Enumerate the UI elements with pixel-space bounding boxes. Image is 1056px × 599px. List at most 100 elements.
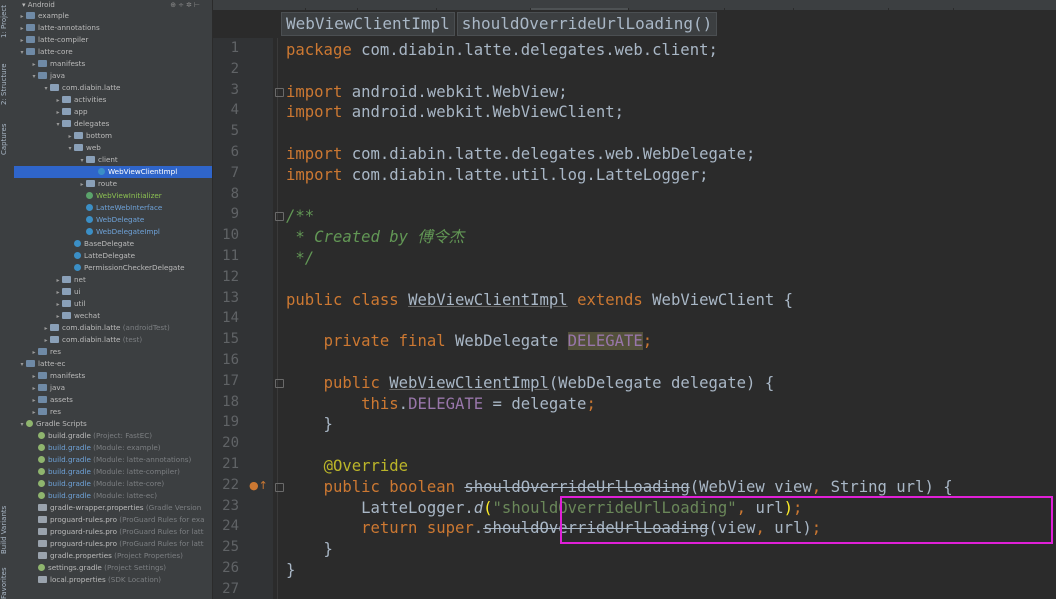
tree-item[interactable]: proguard-rules.pro (ProGuard Rules for l… [14, 538, 212, 550]
tree-item[interactable]: build.gradle (Module: latte-ec) [14, 490, 212, 502]
code-line[interactable]: */ [286, 248, 314, 269]
tree-item[interactable]: ▸ example [14, 10, 212, 22]
gradle-icon [38, 564, 45, 571]
code-line[interactable]: import com.diabin.latte.delegates.web.We… [286, 144, 755, 165]
tree-item[interactable]: ▸ util [14, 298, 212, 310]
tree-item[interactable]: local.properties (SDK Location) [14, 574, 212, 586]
tree-item[interactable]: PermissionCheckerDelegate [14, 262, 212, 274]
project-tool-tab[interactable]: 1: Project [0, 2, 14, 42]
tree-item[interactable]: WebDelegateImpl [14, 226, 212, 238]
tree-item[interactable]: ▾ delegates [14, 118, 212, 130]
project-view-selector[interactable]: ▾ Android [22, 0, 55, 10]
structure-tool-tab[interactable]: 2: Structure [0, 60, 14, 108]
tree-item[interactable]: ▾ web [14, 142, 212, 154]
tree-item[interactable]: ▸ manifests [14, 370, 212, 382]
code-line[interactable]: import com.diabin.latte.util.log.LatteLo… [286, 165, 708, 186]
fold-marker-icon[interactable] [275, 212, 284, 222]
sync-icon[interactable]: ⊕ [170, 1, 178, 9]
tree-item[interactable]: ▸ wechat [14, 310, 212, 322]
tree-item[interactable]: build.gradle (Project: FastEC) [14, 430, 212, 442]
fold-marker-icon[interactable] [275, 482, 284, 492]
tree-item[interactable]: build.gradle (Module: latte-core) [14, 478, 212, 490]
tree-item[interactable]: proguard-rules.pro (ProGuard Rules for l… [14, 526, 212, 538]
tree-item[interactable]: LatteWebInterface [14, 202, 212, 214]
code-line[interactable]: public WebViewClientImpl(WebDelegate del… [286, 373, 775, 394]
code-line[interactable]: public boolean shouldOverrideUrlLoading(… [286, 477, 953, 498]
tree-item[interactable]: ▾ latte-ec [14, 358, 212, 370]
project-panel-actions[interactable]: ⊕÷✲⊢ [170, 0, 202, 10]
tree-item[interactable]: ▾ client [14, 154, 212, 166]
editor-tab-label: WebViewClientImpl.java [544, 9, 622, 10]
editor-tab[interactable]: latte-compiler [889, 8, 955, 10]
tree-item[interactable]: ▾ latte-core [14, 46, 212, 58]
tree-item[interactable]: WebViewInitializer [14, 190, 212, 202]
captures-tool-tab[interactable]: Captures [0, 120, 14, 158]
code-line[interactable]: } [286, 539, 333, 560]
editor-tab[interactable]: LatteWebInterface.java [629, 8, 725, 10]
tree-item[interactable]: ▸ assets [14, 394, 212, 406]
override-marker-icon[interactable]: ●↑ [249, 479, 268, 492]
tree-item[interactable]: ▸ activities [14, 94, 212, 106]
code-line[interactable]: import android.webkit.WebView; [286, 82, 568, 103]
breadcrumb-method[interactable]: shouldOverrideUrlLoading() [456, 12, 718, 36]
tree-item[interactable]: ▸ bottom [14, 130, 212, 142]
tree-item[interactable]: ▸ route [14, 178, 212, 190]
tree-item[interactable]: proguard-rules.pro (ProGuard Rules for e… [14, 514, 212, 526]
tree-item[interactable]: ▸ net [14, 274, 212, 286]
code-line[interactable]: import android.webkit.WebViewClient; [286, 102, 624, 123]
code-line[interactable]: this.DELEGATE = delegate; [286, 394, 596, 415]
code-line[interactable]: private final WebDelegate DELEGATE; [286, 331, 652, 352]
tree-item[interactable]: ▸ ui [14, 286, 212, 298]
tree-item[interactable]: ▸ manifests [14, 58, 212, 70]
tree-item[interactable]: ▾ com.diabin.latte [14, 82, 212, 94]
tree-item[interactable]: WebViewClientImpl [14, 166, 212, 178]
tree-item[interactable]: ▸ com.diabin.latte (test) [14, 334, 212, 346]
tree-item[interactable]: ▾ Gradle Scripts [14, 418, 212, 430]
gear-icon[interactable]: ✲ [186, 1, 194, 9]
code-line[interactable]: package com.diabin.latte.delegates.web.c… [286, 40, 718, 61]
editor-tab[interactable]: RouteKeys.java [725, 8, 795, 10]
code-token: WebViewClientImpl [389, 373, 549, 392]
tree-item[interactable]: settings.gradle (Project Settings) [14, 562, 212, 574]
tree-item-label: build.gradle [48, 443, 91, 452]
code-line[interactable]: } [286, 560, 295, 581]
code-line[interactable]: } [286, 414, 333, 435]
tree-item[interactable]: build.gradle (Module: example) [14, 442, 212, 454]
collapse-icon[interactable]: ÷ [178, 1, 186, 9]
editor-tab[interactable]: latte-core [306, 8, 358, 10]
editor-tab[interactable]: WebViewInitializer.java [794, 8, 889, 10]
fold-marker-icon[interactable] [275, 87, 284, 97]
hide-icon[interactable]: ⊢ [194, 1, 202, 9]
tree-item[interactable]: LatteDelegate [14, 250, 212, 262]
tree-item[interactable]: ▸ latte-annotations [14, 22, 212, 34]
editor-tab[interactable]: WebDelegateImpl.java [437, 8, 531, 10]
tree-item[interactable]: ▸ latte-compiler [14, 34, 212, 46]
tree-item[interactable]: gradle-wrapper.properties (Gradle Versio… [14, 502, 212, 514]
tree-item[interactable]: ▾ java [14, 70, 212, 82]
code-line[interactable]: * Created by 傅令杰 [286, 227, 464, 248]
tree-item[interactable]: ▸ app [14, 106, 212, 118]
tree-item[interactable]: ▸ res [14, 346, 212, 358]
editor-tab[interactable]: DiscoverDelegate.java [213, 8, 307, 10]
code-token: extends [577, 290, 653, 309]
editor-tab[interactable]: WebDelegate.java [358, 8, 438, 10]
tree-item[interactable]: build.gradle (Module: latte-compiler) [14, 466, 212, 478]
build-variants-tool-tab[interactable]: Build Variants [0, 500, 14, 560]
editor-tab-label: WebViewInitializer.java [807, 9, 882, 10]
code-line[interactable]: @Override [286, 456, 409, 477]
tree-item[interactable]: build.gradle (Module: latte-annotations) [14, 454, 212, 466]
tree-item[interactable]: ▸ res [14, 406, 212, 418]
editor-tab[interactable]: WebViewClientImpl.java [530, 8, 629, 10]
tree-item[interactable]: WebDelegate [14, 214, 212, 226]
tree-item[interactable]: gradle.properties (Project Properties) [14, 550, 212, 562]
tree-item[interactable]: ▸ com.diabin.latte (androidTest) [14, 322, 212, 334]
favorites-tool-tab[interactable]: Favorites [0, 567, 14, 599]
folder-icon [26, 48, 35, 55]
code-line[interactable]: /** [286, 206, 314, 227]
code-line[interactable]: public class WebViewClientImpl extends W… [286, 290, 793, 311]
fold-marker-icon[interactable] [275, 378, 284, 388]
breadcrumb-class[interactable]: WebViewClientImpl [281, 12, 455, 36]
tree-item[interactable]: ▸ java [14, 382, 212, 394]
tree-item[interactable]: BaseDelegate [14, 238, 212, 250]
